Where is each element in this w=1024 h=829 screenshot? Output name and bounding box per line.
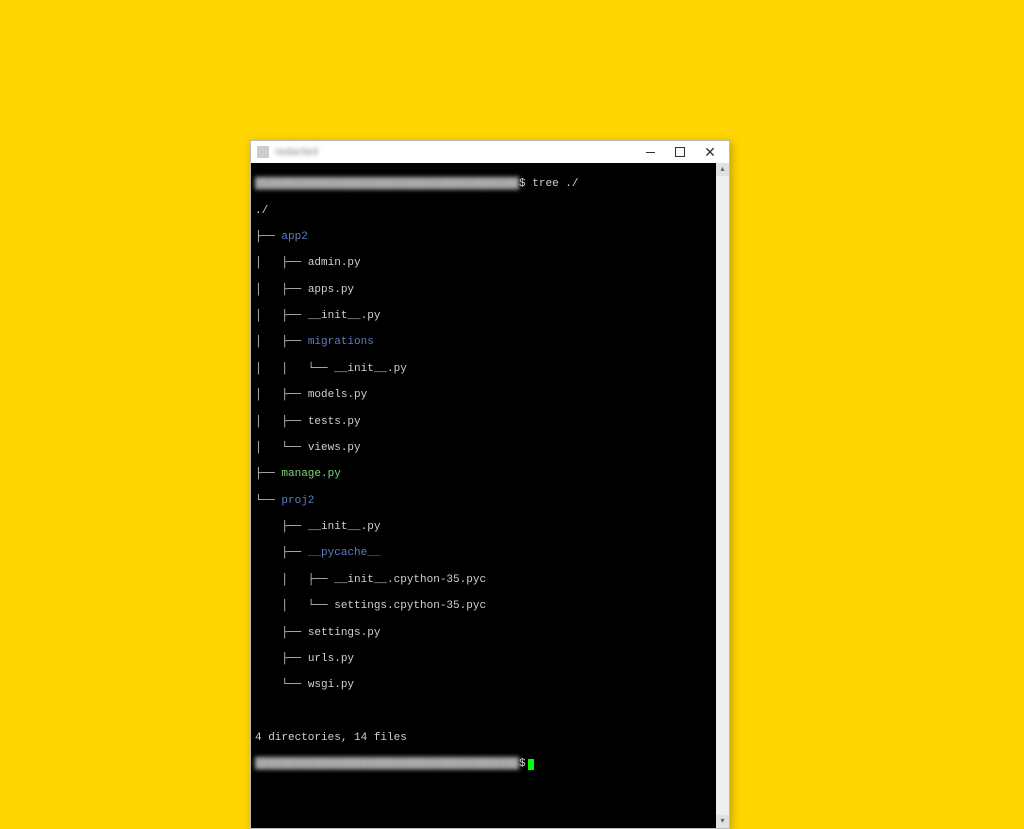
terminal-window: redacted ✕ █████████████████████████████… xyxy=(250,140,730,829)
terminal-body[interactable]: ████████████████████████████████████████… xyxy=(251,163,729,828)
window-titlebar[interactable]: redacted ✕ xyxy=(251,141,729,163)
tree-proj2: └── proj2 xyxy=(255,495,725,508)
window-controls: ✕ xyxy=(635,141,725,163)
tree-migrations: │ ├── migrations xyxy=(255,336,725,349)
tree-views: │ └── views.py xyxy=(255,442,725,455)
tree-miginit: │ │ └── __init__.py xyxy=(255,363,725,376)
tree-init1: │ ├── __init__.py xyxy=(255,310,725,323)
prompt-sep: $ xyxy=(519,178,526,190)
cursor-block xyxy=(528,759,534,770)
tree-settings: ├── settings.py xyxy=(255,627,725,640)
window-title: redacted xyxy=(275,146,318,158)
tree-tests: │ ├── tests.py xyxy=(255,416,725,429)
tree-pyc2: │ └── settings.cpython-35.pyc xyxy=(255,600,725,613)
tree-root: ./ xyxy=(255,205,725,218)
tree-urls: ├── urls.py xyxy=(255,653,725,666)
tree-pinit: ├── __init__.py xyxy=(255,521,725,534)
scroll-down-button[interactable]: ▾ xyxy=(716,815,729,828)
prompt-line-2: ████████████████████████████████████████… xyxy=(255,758,725,771)
tree-app2: ├── app2 xyxy=(255,231,725,244)
tree-pycache: ├── __pycache__ xyxy=(255,547,725,560)
prompt-userhost-2: ████████████████████████████████████████ xyxy=(255,758,519,770)
terminal-scrollbar[interactable]: ▴ ▾ xyxy=(716,163,729,828)
window-icon xyxy=(257,146,269,158)
maximize-button[interactable] xyxy=(665,141,695,163)
titlebar-left: redacted xyxy=(257,146,318,158)
tree-summary: 4 directories, 14 files xyxy=(255,732,725,745)
tree-manage: ├── manage.py xyxy=(255,468,725,481)
tree-admin: │ ├── admin.py xyxy=(255,257,725,270)
blank-line xyxy=(255,706,725,719)
minimize-button[interactable] xyxy=(635,141,665,163)
prompt-line-1: ████████████████████████████████████████… xyxy=(255,178,725,191)
command-text: tree ./ xyxy=(532,178,578,190)
close-button[interactable]: ✕ xyxy=(695,141,725,163)
tree-apps: │ ├── apps.py xyxy=(255,284,725,297)
prompt-sep-2: $ xyxy=(519,758,526,770)
tree-models: │ ├── models.py xyxy=(255,389,725,402)
prompt-userhost: ████████████████████████████████████████ xyxy=(255,178,519,190)
scroll-up-button[interactable]: ▴ xyxy=(716,163,729,176)
tree-wsgi: └── wsgi.py xyxy=(255,679,725,692)
